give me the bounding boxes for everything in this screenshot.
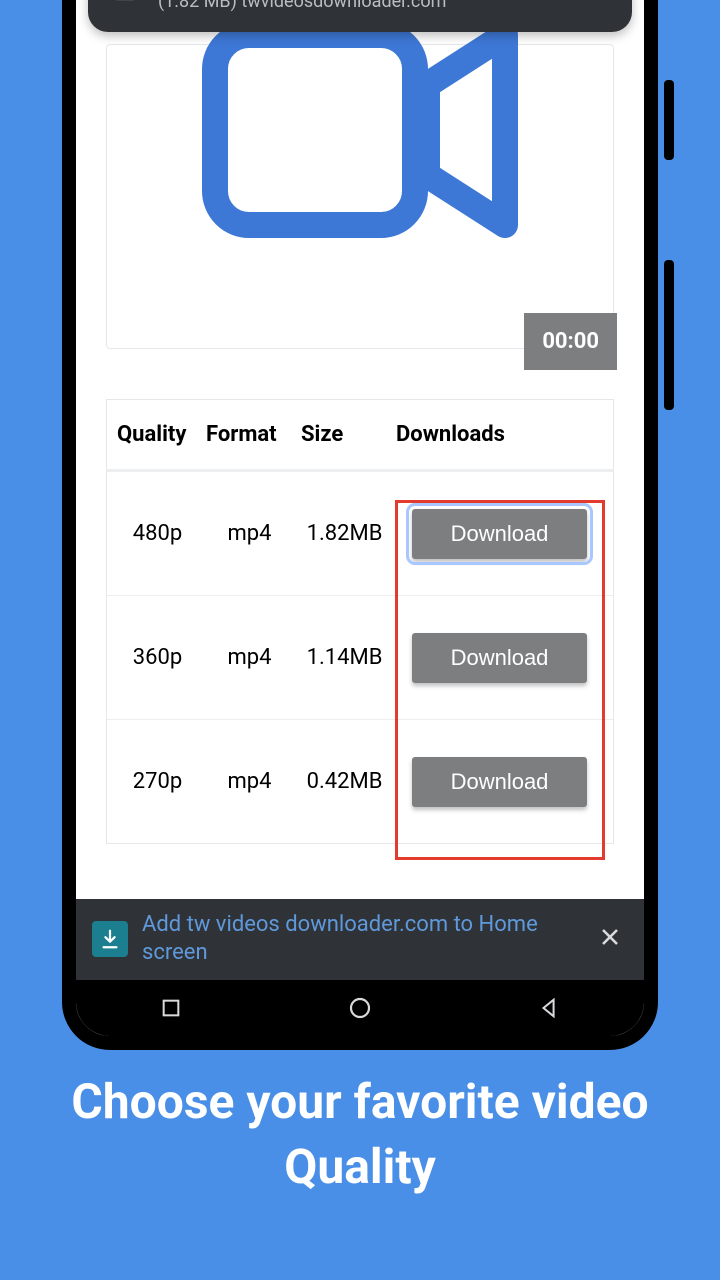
open-button[interactable]: Open — [558, 0, 610, 1]
header-quality: Quality — [107, 400, 202, 469]
add-to-home-banner[interactable]: Add tw videos downloader.com to Home scr… — [76, 899, 644, 980]
nav-back-icon[interactable] — [534, 993, 564, 1023]
close-icon[interactable] — [592, 919, 628, 960]
table-row: 480p mp4 1.82MB Download — [107, 471, 613, 595]
table-row: 270p mp4 0.42MB Download — [107, 719, 613, 843]
cell-format: mp4 — [202, 747, 297, 816]
phone-side-button-1 — [664, 80, 674, 160]
quality-table: Quality Format Size Downloads 480p mp4 1… — [106, 399, 614, 844]
notification-subtitle: (1.82 MB) twvideosdownloader.com — [158, 0, 540, 12]
app-arrow-down-icon — [92, 921, 128, 957]
cell-quality: 360p — [107, 623, 202, 692]
header-downloads: Downloads — [392, 406, 613, 463]
table-row: 360p mp4 1.14MB Download — [107, 595, 613, 719]
nav-home-icon[interactable] — [345, 993, 375, 1023]
phone-side-button-2 — [664, 260, 674, 410]
notification-text: File downloaded (1.82 MB) twvideosdownlo… — [158, 0, 540, 12]
video-camera-icon — [195, 15, 525, 249]
table-header-row: Quality Format Size Downloads — [107, 400, 613, 471]
cell-format: mp4 — [202, 499, 297, 568]
download-button[interactable]: Download — [412, 633, 587, 683]
download-button[interactable]: Download — [412, 757, 587, 807]
video-preview[interactable]: 00:00 — [106, 44, 614, 349]
page-content: 00:00 Quality Format Size Downloads 480p… — [76, 0, 644, 1036]
cell-size: 1.14MB — [297, 623, 392, 692]
download-notification[interactable]: File downloaded (1.82 MB) twvideosdownlo… — [88, 0, 632, 32]
header-size: Size — [297, 400, 392, 469]
nav-recent-icon[interactable] — [156, 993, 186, 1023]
cell-quality: 270p — [107, 747, 202, 816]
add-to-home-message: Add tw videos downloader.com to Home scr… — [142, 911, 578, 968]
android-navbar — [76, 980, 644, 1036]
video-timestamp: 00:00 — [524, 313, 617, 370]
phone-frame: File downloaded (1.82 MB) twvideosdownlo… — [62, 0, 658, 1050]
promo-caption: Choose your favorite video Quality — [0, 1070, 720, 1200]
cell-format: mp4 — [202, 623, 297, 692]
cell-size: 0.42MB — [297, 747, 392, 816]
cell-size: 1.82MB — [297, 499, 392, 568]
cell-quality: 480p — [107, 499, 202, 568]
header-format: Format — [202, 400, 297, 469]
download-button[interactable]: Download — [412, 509, 587, 559]
check-icon — [110, 0, 140, 1]
